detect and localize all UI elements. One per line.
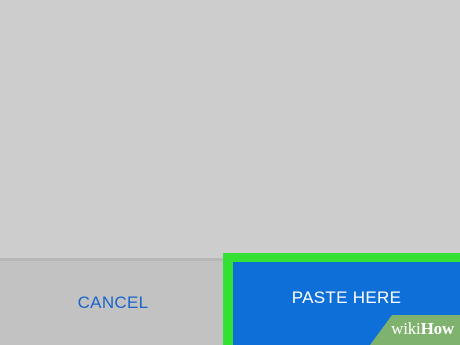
content-area (0, 0, 460, 258)
cancel-button[interactable]: CANCEL (0, 261, 226, 345)
paste-here-label: PASTE HERE (291, 287, 402, 307)
wikihow-watermark: wikiHow (391, 319, 454, 338)
watermark-tab: wikiHow (370, 315, 460, 345)
paste-here-button[interactable]: PASTE HERE wikiHow (233, 262, 460, 345)
